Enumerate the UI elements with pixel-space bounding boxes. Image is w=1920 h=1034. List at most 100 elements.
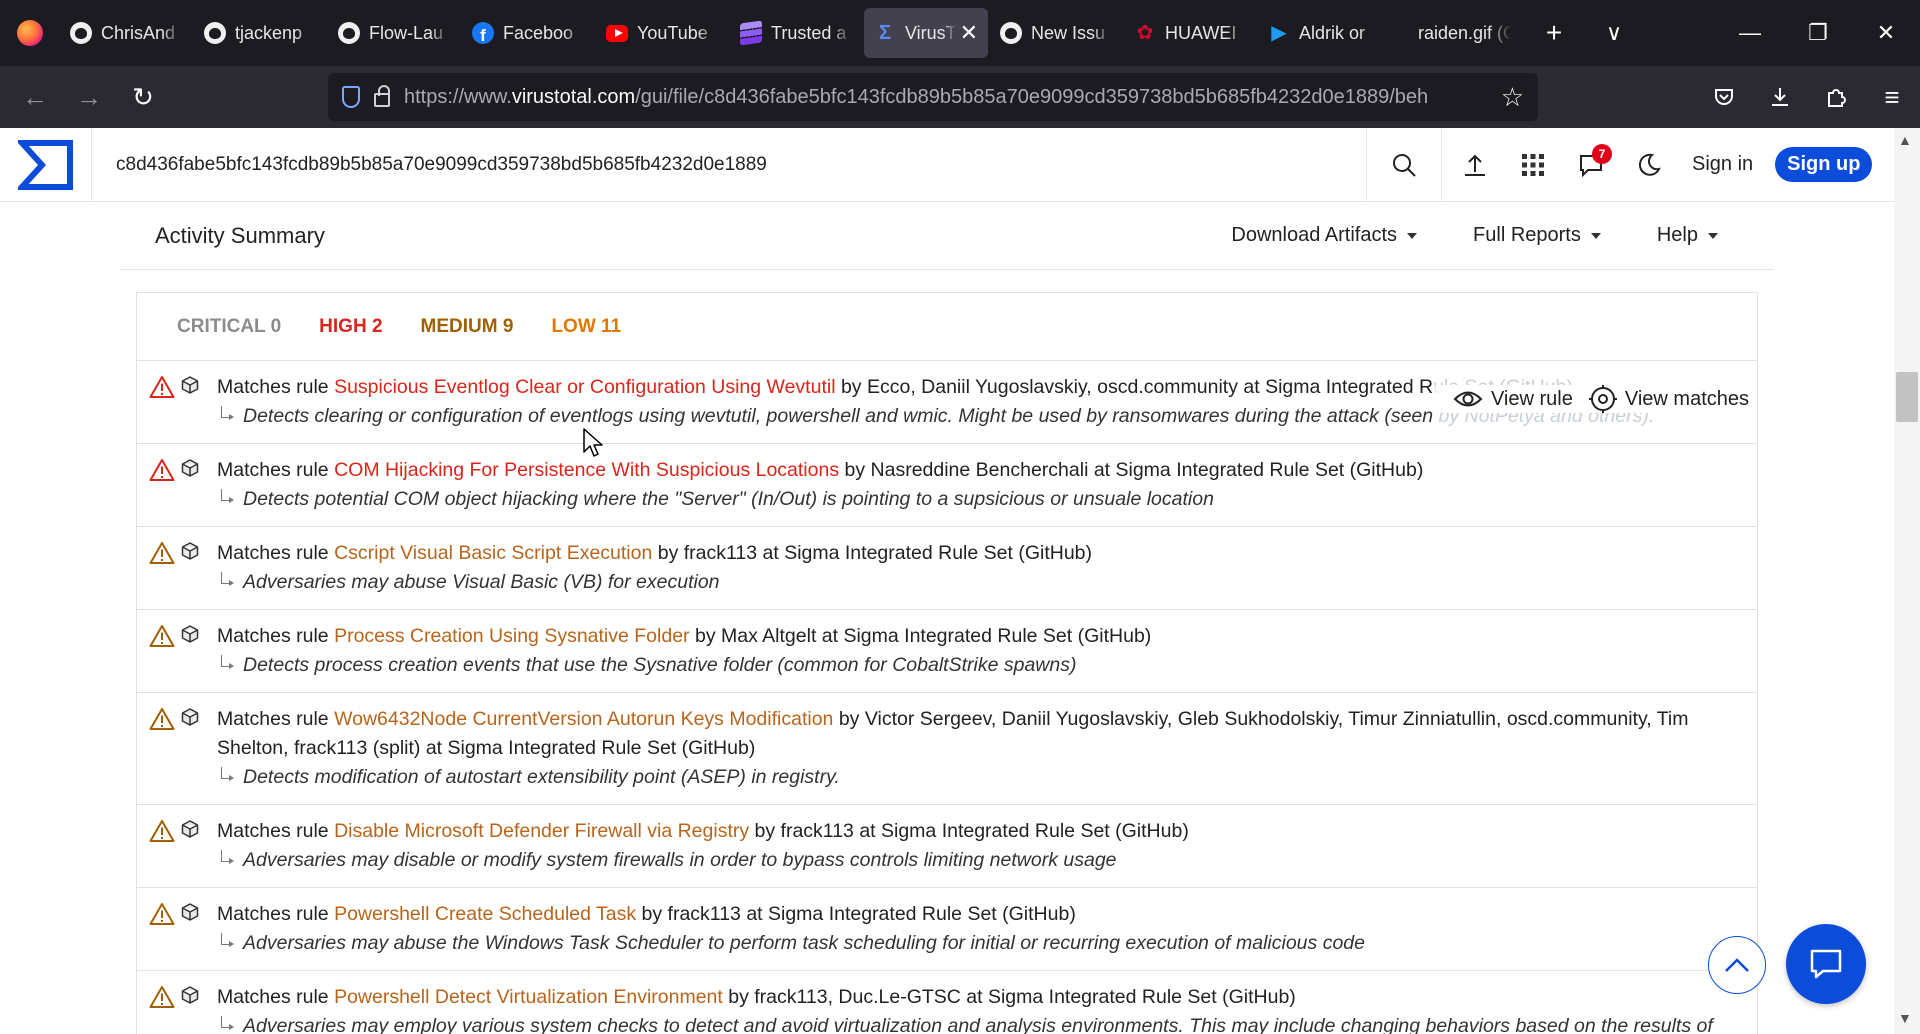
rule-actions: View rule View matches	[1432, 385, 1749, 413]
tab-9[interactable]: ▶ Aldrik or	[1258, 8, 1390, 58]
tab-list-chevron-icon[interactable]: ∨	[1584, 8, 1644, 58]
tracking-shield-icon[interactable]	[342, 86, 360, 108]
github-icon	[204, 22, 226, 44]
notification-badge: 7	[1592, 143, 1612, 164]
rule-name-link[interactable]: COM Hijacking For Persistence With Suspi…	[334, 459, 839, 481]
rule-name-link[interactable]: Cscript Visual Basic Script Execution	[334, 542, 652, 564]
close-window-icon[interactable]: ✕	[1852, 0, 1920, 66]
severity-medium-filter[interactable]: MEDIUM 9	[421, 316, 514, 338]
toolbar-right: ≡	[1696, 66, 1920, 128]
tab-10[interactable]: raiden.gif (G	[1392, 8, 1522, 58]
sigma-cube-icon	[181, 625, 199, 643]
rule-row[interactable]: Matches rule Disable Microsoft Defender …	[137, 805, 1757, 888]
rule-description: Detects process creation events that use…	[217, 651, 1727, 680]
activity-summary-title: Activity Summary	[155, 222, 325, 248]
notifications-chat-icon[interactable]: 7	[1562, 128, 1620, 202]
scroll-down-icon[interactable]: ▼	[1898, 1010, 1912, 1026]
sign-in-link[interactable]: Sign in	[1678, 153, 1769, 176]
rule-row[interactable]: Matches rule Wow6432Node CurrentVersion …	[137, 693, 1757, 805]
url-text[interactable]: https://www.virustotal.com/gui/file/c8d4…	[404, 86, 1501, 109]
new-tab-button[interactable]: +	[1524, 8, 1584, 58]
severity-critical-filter[interactable]: CRITICAL 0	[177, 316, 281, 338]
facebook-icon: f	[472, 22, 494, 44]
rule-name-link[interactable]: Suspicious Eventlog Clear or Configurati…	[334, 376, 835, 398]
sigma-cube-icon	[181, 820, 199, 838]
sigma-cube-icon	[181, 459, 199, 477]
rule-row[interactable]: Matches rule Cscript Visual Basic Script…	[137, 527, 1757, 610]
full-reports-menu[interactable]: Full Reports	[1473, 224, 1601, 247]
tab-6-active[interactable]: Σ VirusT ✕	[864, 8, 988, 58]
rule-name-link[interactable]: Process Creation Using Sysnative Folder	[334, 625, 690, 647]
search-icon[interactable]	[1366, 127, 1442, 202]
lock-icon[interactable]	[374, 85, 390, 107]
caret-down-icon	[1407, 232, 1418, 239]
help-menu[interactable]: Help	[1657, 224, 1718, 247]
rule-row[interactable]: Matches rule Powershell Detect Virtualiz…	[137, 971, 1757, 1034]
restore-icon[interactable]: ❐	[1784, 0, 1852, 66]
caret-down-icon	[1590, 232, 1601, 239]
scrollbar-thumb[interactable]	[1896, 372, 1918, 422]
virustotal-logo-icon[interactable]	[0, 127, 92, 202]
sign-up-button[interactable]: Sign up	[1775, 147, 1873, 182]
extensions-icon[interactable]	[1808, 74, 1864, 120]
stack-icon	[740, 20, 762, 46]
severity-high-filter[interactable]: HIGH 2	[319, 316, 382, 338]
rule-name-link[interactable]: Disable Microsoft Defender Firewall via …	[334, 820, 749, 842]
url-bar[interactable]: https://www.virustotal.com/gui/file/c8d4…	[328, 73, 1538, 121]
virustotal-icon: Σ	[878, 22, 891, 44]
reload-icon[interactable]: ↻	[116, 74, 170, 120]
target-eye-icon	[1588, 385, 1617, 413]
back-arrow-icon[interactable]: ←	[8, 74, 62, 120]
tab-7[interactable]: New Issu	[990, 8, 1122, 58]
rule-name-link[interactable]: Powershell Create Scheduled Task	[334, 903, 636, 925]
warning-icon	[149, 542, 175, 564]
firefox-icon[interactable]	[0, 0, 60, 66]
downloads-icon[interactable]	[1752, 74, 1808, 120]
warning-icon	[149, 820, 175, 842]
tab-3[interactable]: f Faceboo	[462, 8, 594, 58]
bookmark-star-icon[interactable]: ☆	[1501, 82, 1524, 113]
rule-row[interactable]: Matches rule Suspicious Eventlog Clear o…	[137, 361, 1757, 444]
rule-description: Detects modification of autostart extens…	[217, 763, 1727, 792]
chevron-up-icon	[1725, 958, 1749, 972]
tab-8[interactable]: ✿ HUAWEI	[1124, 8, 1256, 58]
rule-row[interactable]: Matches rule Powershell Create Scheduled…	[137, 888, 1757, 971]
rule-description: Adversaries may abuse the Windows Task S…	[217, 929, 1727, 958]
rule-row[interactable]: Matches rule Process Creation Using Sysn…	[137, 610, 1757, 693]
close-tab-icon[interactable]: ✕	[960, 20, 978, 46]
browser-tab-strip: ChrisAnd tjackenp Flow-Lau f Faceboo YouT…	[0, 0, 1920, 66]
download-artifacts-menu[interactable]: Download Artifacts	[1231, 224, 1418, 247]
twitter-icon: ▶	[1271, 22, 1287, 44]
tab-1[interactable]: tjackenp	[194, 8, 326, 58]
apps-grid-icon[interactable]	[1504, 128, 1562, 202]
scroll-up-icon[interactable]: ▲	[1898, 132, 1912, 148]
youtube-icon	[606, 22, 628, 44]
chat-support-button[interactable]	[1786, 924, 1866, 1004]
mouse-cursor-icon	[583, 428, 603, 457]
hamburger-menu-icon[interactable]: ≡	[1864, 74, 1920, 120]
severity-filter-row: CRITICAL 0 HIGH 2 MEDIUM 9 LOW 11	[137, 293, 1757, 361]
rule-name-link[interactable]: Wow6432Node CurrentVersion Autorun Keys …	[334, 708, 833, 730]
rule-row[interactable]: Matches rule COM Hijacking For Persisten…	[137, 444, 1757, 527]
tab-0[interactable]: ChrisAnd	[60, 8, 192, 58]
dark-mode-moon-icon[interactable]	[1620, 128, 1678, 202]
github-icon	[1000, 22, 1022, 44]
forward-arrow-icon[interactable]: →	[62, 74, 116, 120]
view-rule-button[interactable]: View rule	[1453, 388, 1573, 411]
rule-name-link[interactable]: Powershell Detect Virtualization Environ…	[334, 986, 723, 1008]
scroll-to-top-button[interactable]	[1708, 936, 1766, 994]
rule-description: Adversaries may disable or modify system…	[217, 846, 1727, 875]
tab-4[interactable]: YouTube	[596, 8, 728, 58]
upload-icon[interactable]	[1446, 128, 1504, 202]
search-input[interactable]: c8d436fabe5bfc143fcdb89b5b85a70e9099cd35…	[92, 154, 1366, 176]
pocket-icon[interactable]	[1696, 74, 1752, 120]
page-scrollbar[interactable]	[1894, 128, 1920, 1034]
minimize-icon[interactable]: —	[1716, 0, 1784, 66]
sigma-cube-icon	[181, 986, 199, 1004]
view-matches-button[interactable]: View matches	[1588, 385, 1749, 413]
rule-description: Detects potential COM object hijacking w…	[217, 485, 1727, 514]
tab-2[interactable]: Flow-Lau	[328, 8, 460, 58]
severity-low-filter[interactable]: LOW 11	[551, 316, 621, 338]
warning-icon	[149, 986, 175, 1008]
tab-5[interactable]: Trusted a	[730, 8, 862, 58]
